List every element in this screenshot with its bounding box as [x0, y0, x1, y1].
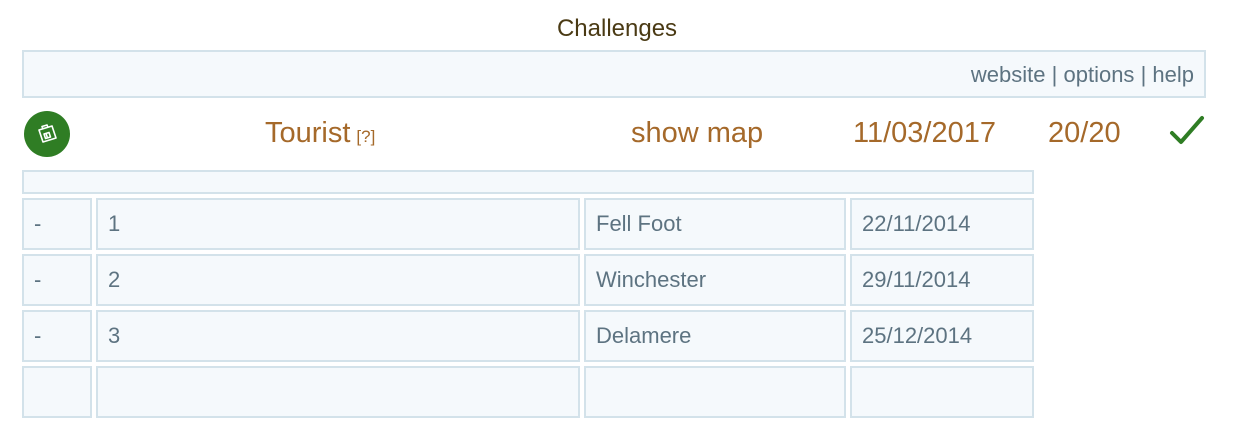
date-cell: 29/11/2014: [850, 254, 1034, 306]
place-cell: [584, 366, 846, 418]
link-separator: |: [1051, 62, 1058, 87]
challenge-badge: [24, 111, 70, 157]
link-separator: |: [1140, 62, 1147, 87]
top-nav-bar: website | options | help: [22, 50, 1206, 98]
date-cell: 22/11/2014: [850, 198, 1034, 250]
place-cell: Fell Foot: [584, 198, 846, 250]
help-link[interactable]: help: [1152, 62, 1194, 87]
number-cell: 3: [96, 310, 580, 362]
challenge-score: 20/20: [1048, 117, 1121, 149]
challenge-row: Tourist [?] show map 11/03/2017 20/20: [22, 110, 1212, 160]
challenge-date: 11/03/2017: [853, 117, 996, 149]
marker-cell: [22, 366, 92, 418]
number-cell: 1: [96, 198, 580, 250]
marker-cell: -: [22, 198, 92, 250]
challenge-name-text: Tourist: [265, 117, 351, 149]
number-cell: [96, 366, 580, 418]
challenge-help-link[interactable]: [?]: [356, 127, 375, 146]
marker-cell: -: [22, 254, 92, 306]
checkmark-icon: [1168, 114, 1206, 153]
date-cell: 25/12/2014: [850, 310, 1034, 362]
date-cell: [850, 366, 1034, 418]
marker-cell: -: [22, 310, 92, 362]
number-cell: 2: [96, 254, 580, 306]
challenge-name: Tourist [?]: [265, 117, 375, 150]
place-cell: Delamere: [584, 310, 846, 362]
website-link[interactable]: website: [971, 62, 1046, 87]
page-title: Challenges: [556, 15, 678, 42]
top-links: website | options | help: [971, 62, 1194, 88]
suitcase-icon: [38, 124, 57, 143]
table-header-bar: [22, 170, 1034, 194]
place-cell: Winchester: [584, 254, 846, 306]
show-map-link[interactable]: show map: [631, 117, 763, 150]
options-link[interactable]: options: [1063, 62, 1134, 87]
